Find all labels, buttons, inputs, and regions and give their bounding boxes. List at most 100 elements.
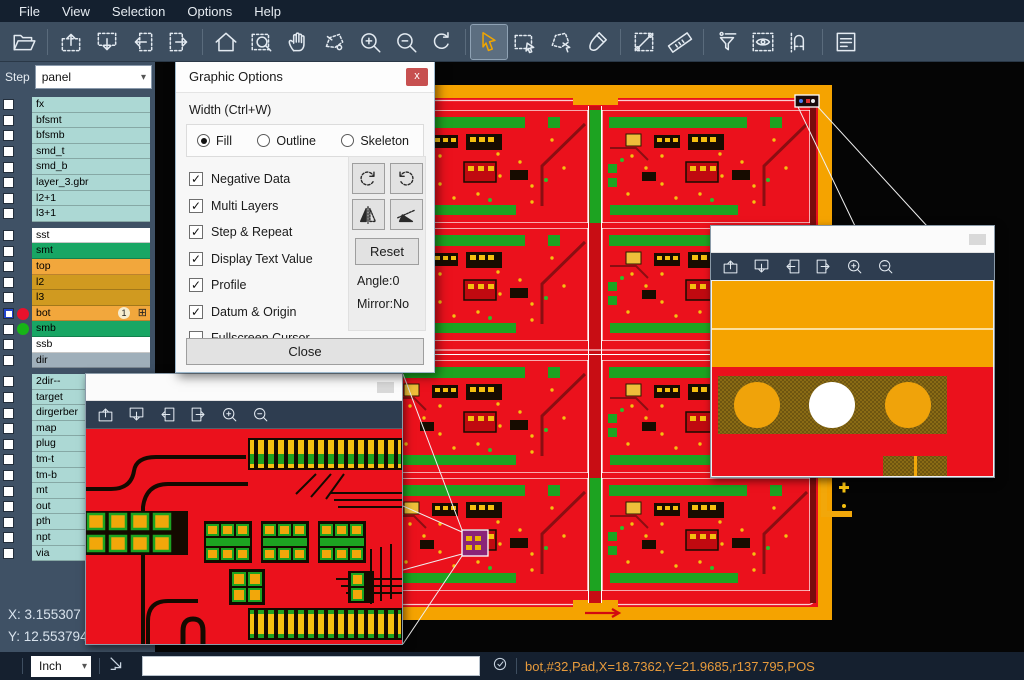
layer-row[interactable]: bfsmb — [0, 128, 155, 144]
radio-icon[interactable] — [341, 134, 354, 147]
zoom-previous-button[interactable] — [424, 25, 460, 59]
step-up-button[interactable] — [53, 25, 89, 59]
layer-row[interactable]: layer_3.gbr — [0, 175, 155, 191]
menu-item[interactable]: Options — [176, 4, 243, 19]
dialog-option-row[interactable]: Negative Data — [176, 166, 352, 193]
layer-row[interactable]: top — [0, 259, 155, 275]
checkbox-icon[interactable] — [189, 199, 203, 213]
refresh-icon[interactable] — [492, 656, 508, 677]
layer-visibility-checkbox[interactable] — [3, 230, 14, 241]
dialog-option-row[interactable]: Step & Repeat — [176, 219, 352, 246]
popup-button[interactable] — [377, 382, 394, 393]
layer-name[interactable]: top — [32, 259, 150, 275]
zoom-in-button[interactable] — [352, 25, 388, 59]
step-up-icon[interactable] — [721, 257, 740, 276]
step-left-button[interactable] — [125, 25, 161, 59]
magnifier-window-right[interactable] — [710, 225, 995, 478]
grid-icon[interactable]: ⊞ — [138, 306, 147, 321]
zoom-polygon-button[interactable] — [316, 25, 352, 59]
brush-select-button[interactable] — [579, 25, 615, 59]
filter-button[interactable] — [709, 25, 745, 59]
checkbox-icon[interactable] — [189, 278, 203, 292]
layer-name[interactable]: layer_3.gbr — [32, 175, 150, 191]
checkbox-icon[interactable] — [189, 252, 203, 266]
step-down-button[interactable] — [89, 25, 125, 59]
unit-select[interactable]: Inch ▾ — [31, 656, 91, 677]
layer-visibility-checkbox[interactable] — [3, 548, 14, 559]
width-mode-option[interactable]: Skeleton — [341, 134, 409, 148]
layer-visibility-checkbox[interactable] — [3, 532, 14, 543]
popup-button[interactable] — [969, 234, 986, 245]
layer-row[interactable]: bfsmt — [0, 113, 155, 129]
layer-row[interactable]: fx — [0, 97, 155, 113]
layer-row[interactable]: ssb — [0, 337, 155, 353]
radio-icon[interactable] — [197, 134, 210, 147]
layer-row[interactable]: smt — [0, 243, 155, 259]
measure-corner-icon[interactable] — [108, 655, 126, 678]
report-button[interactable] — [828, 25, 864, 59]
layer-visibility-checkbox[interactable] — [3, 193, 14, 204]
layer-visibility-checkbox[interactable] — [3, 277, 14, 288]
zoom-out-icon[interactable] — [876, 257, 895, 276]
layer-visibility-checkbox[interactable] — [3, 308, 14, 319]
width-mode-option[interactable]: Outline — [257, 134, 316, 148]
layer-name[interactable]: sst — [32, 228, 150, 244]
layer-visibility-checkbox[interactable] — [3, 454, 14, 465]
reset-button[interactable]: Reset — [355, 238, 419, 265]
checkbox-icon[interactable] — [189, 225, 203, 239]
layer-row[interactable]: smd_t — [0, 144, 155, 160]
layer-visibility-checkbox[interactable] — [3, 115, 14, 126]
magnifier-content[interactable] — [86, 428, 402, 644]
layer-name[interactable]: bfsmb — [32, 128, 150, 144]
layer-visibility-checkbox[interactable] — [3, 408, 14, 419]
layer-name[interactable]: smb — [32, 321, 150, 337]
rotate-cw-button[interactable] — [352, 163, 385, 194]
rectangle-select-button[interactable] — [507, 25, 543, 59]
menu-item[interactable]: Help — [243, 4, 292, 19]
zoom-in-icon[interactable] — [220, 405, 239, 424]
layer-name[interactable]: bot 1⊞ — [32, 306, 150, 322]
layer-row[interactable]: smd_b — [0, 159, 155, 175]
dialog-close-button[interactable]: Close — [186, 338, 424, 365]
layer-visibility-checkbox[interactable] — [3, 355, 14, 366]
layer-name[interactable]: smd_b — [32, 159, 150, 175]
radio-icon[interactable] — [257, 134, 270, 147]
layer-visibility-checkbox[interactable] — [3, 130, 14, 141]
layer-visibility-checkbox[interactable] — [3, 292, 14, 303]
polygon-select-button[interactable] — [543, 25, 579, 59]
select-tool-button[interactable] — [471, 25, 507, 59]
step-down-icon[interactable] — [752, 257, 771, 276]
mirror-horizontal-button[interactable] — [352, 199, 385, 230]
magnifier-title-bar[interactable] — [86, 374, 402, 401]
step-right-icon[interactable] — [814, 257, 833, 276]
layer-name[interactable]: dir — [32, 353, 150, 369]
layer-name[interactable]: l2 — [32, 275, 150, 291]
layer-row[interactable]: dir — [0, 353, 155, 369]
home-view-button[interactable] — [208, 25, 244, 59]
layer-row[interactable]: bot 1⊞ — [0, 306, 155, 322]
layer-name[interactable]: smd_t — [32, 144, 150, 160]
pan-button[interactable] — [280, 25, 316, 59]
open-button[interactable] — [6, 25, 42, 59]
ruler-button[interactable] — [662, 25, 698, 59]
layer-name[interactable]: smt — [32, 243, 150, 259]
layer-row[interactable]: l2+1 — [0, 191, 155, 207]
zoom-in-icon[interactable] — [845, 257, 864, 276]
dialog-option-row[interactable]: Datum & Origin — [176, 299, 352, 326]
menu-item[interactable]: View — [51, 4, 101, 19]
layer-visibility-checkbox[interactable] — [3, 208, 14, 219]
close-icon[interactable]: x — [406, 68, 428, 86]
layer-visibility-checkbox[interactable] — [3, 146, 14, 157]
dialog-option-row[interactable]: Multi Layers — [176, 193, 352, 220]
layer-name[interactable]: bfsmt — [32, 113, 150, 129]
layer-row[interactable]: l3 — [0, 290, 155, 306]
checkbox-icon[interactable] — [189, 305, 203, 319]
step-down-icon[interactable] — [127, 405, 146, 424]
layer-visibility-checkbox[interactable] — [3, 517, 14, 528]
measure-distance-button[interactable] — [626, 25, 662, 59]
layer-visibility-checkbox[interactable] — [3, 423, 14, 434]
layer-visibility-checkbox[interactable] — [3, 246, 14, 257]
dialog-title-bar[interactable]: Graphic Options x — [176, 61, 434, 93]
layer-visibility-checkbox[interactable] — [3, 486, 14, 497]
layer-row[interactable]: smb — [0, 321, 155, 337]
